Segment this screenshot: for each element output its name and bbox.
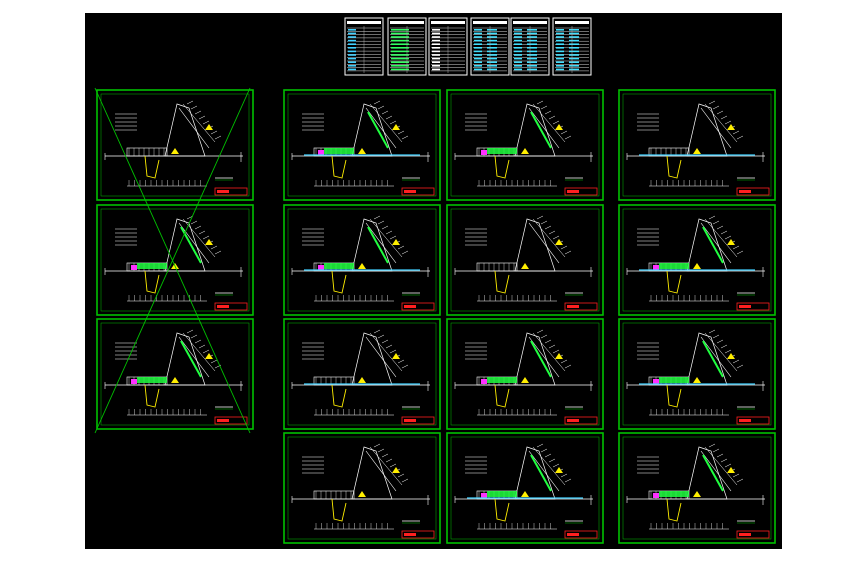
drawing-sheet-r3c2[interactable] (283, 318, 441, 430)
drawing-sheet-r2c3[interactable] (446, 204, 604, 316)
drawing-sheet-r2c1[interactable] (96, 204, 254, 316)
drawing-sheet-r1c4[interactable] (618, 89, 776, 201)
drawing-sheet-r2c4[interactable] (618, 204, 776, 316)
drawing-sheet-r3c1[interactable] (96, 318, 254, 430)
drawing-sheet-r3c4[interactable] (618, 318, 776, 430)
drawing-sheet-r3c3[interactable] (446, 318, 604, 430)
drawing-sheet-r1c3[interactable] (446, 89, 604, 201)
legend-tables-group (344, 17, 592, 76)
drawing-sheet-r4c3[interactable] (446, 432, 604, 544)
legend-table-equipment-schedule-3[interactable] (552, 17, 592, 76)
drawing-sheet-r4c2[interactable] (283, 432, 441, 544)
legend-table-design-notes[interactable] (387, 17, 427, 76)
drawing-sheet-r2c2[interactable] (283, 204, 441, 316)
drawing-sheet-r4c4[interactable] (618, 432, 776, 544)
legend-table-equipment-schedule-2[interactable] (510, 17, 550, 76)
cad-model-space[interactable] (85, 13, 782, 549)
drawing-sheet-r1c2[interactable] (283, 89, 441, 201)
legend-table-equipment-schedule-1[interactable] (470, 17, 510, 76)
legend-table-cover-index[interactable] (344, 17, 384, 76)
drawing-canvas[interactable] (85, 13, 782, 549)
drawing-sheets-group (96, 89, 776, 544)
legend-table-material-list[interactable] (428, 17, 468, 76)
